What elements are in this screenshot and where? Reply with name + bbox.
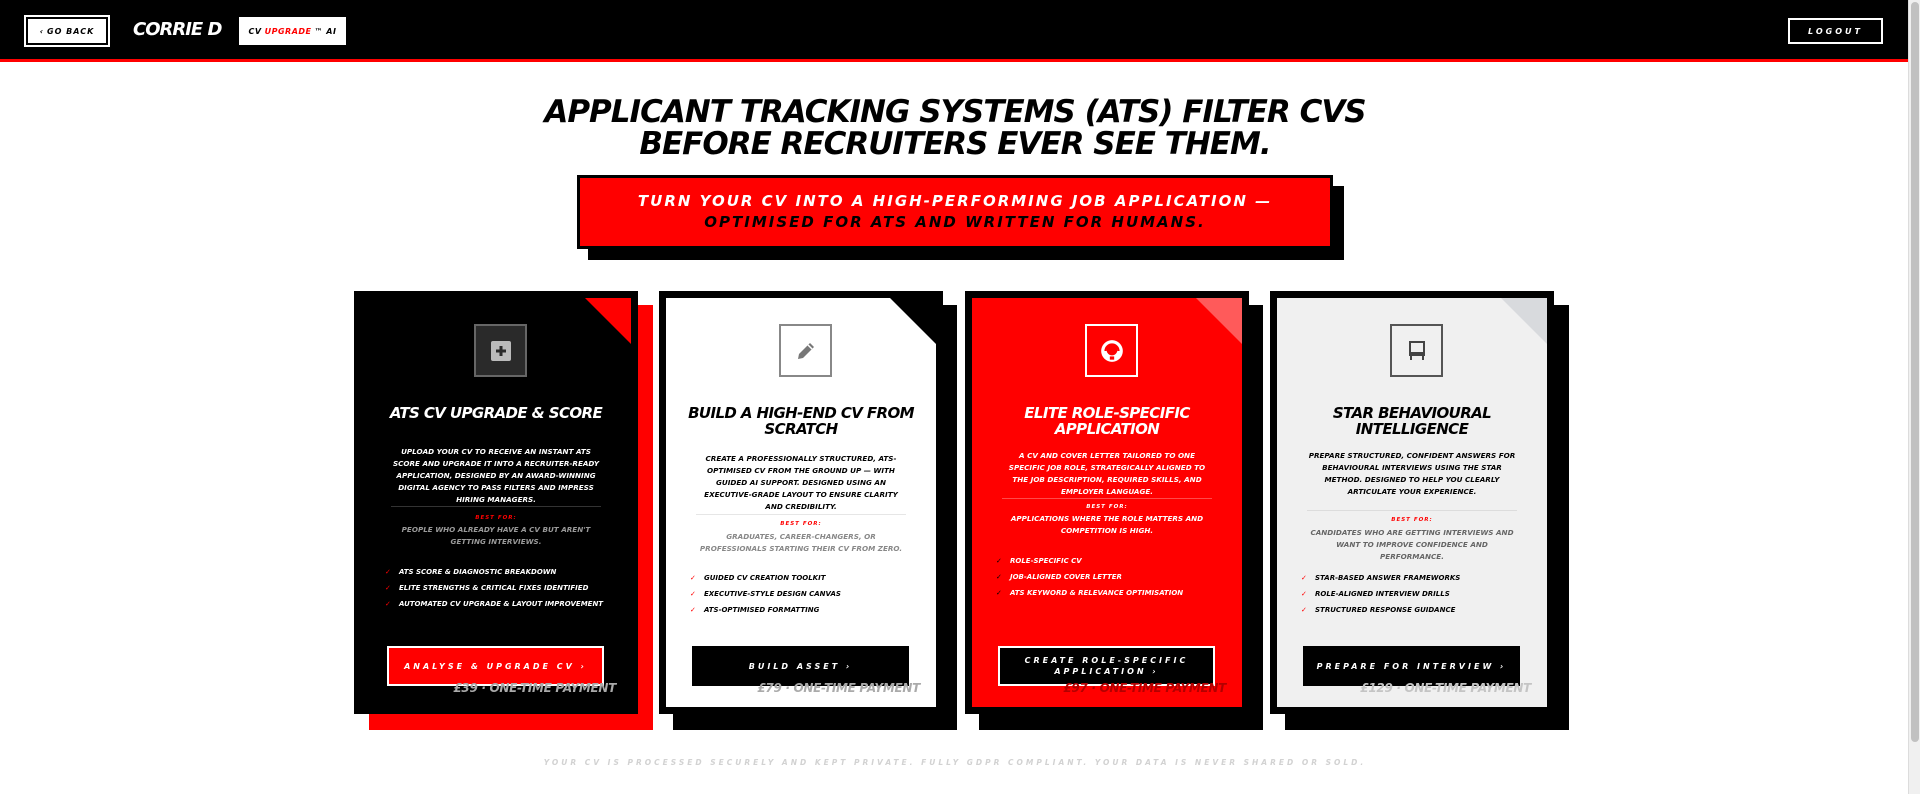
feature-item: ✓ ELITE STRENGTHS & CRITICAL FIXES IDENTI… — [385, 580, 605, 596]
feature-item: ✓ ATS-OPTIMISED FORMATTING — [690, 602, 910, 618]
card-price: £39 · ONE-TIME PAYMENT — [453, 681, 616, 695]
headset-icon — [1085, 324, 1138, 377]
product-badge: CV UPGRADE ™ AI — [239, 17, 346, 45]
build-asset-button[interactable]: BUILD ASSET › — [692, 646, 909, 686]
page-fold-corner — [1196, 298, 1242, 344]
feature-item: ✓ ATS SCORE & DIAGNOSTIC BREAKDOWN — [385, 564, 605, 580]
feature-item: ✓ AUTOMATED CV UPGRADE & LAYOUT IMPROVEME… — [385, 596, 605, 612]
feature-item: ✓ ROLE-SPECIFIC CV — [996, 553, 1216, 569]
page-fold-corner — [890, 298, 936, 344]
best-for-text: GRADUATES, CAREER-CHANGERS, OR PROFESSIO… — [699, 532, 903, 553]
chevron-left-icon: ‹ — [39, 26, 45, 36]
checkmark-icon: ✓ — [1301, 590, 1307, 598]
go-back-label: GO BACK — [47, 26, 95, 36]
service-card-star-interview: STAR BEHAVIOURAL INTELLIGENCE PREPARE ST… — [1270, 291, 1554, 714]
go-back-button[interactable]: ‹ GO BACK — [24, 15, 110, 47]
feature-item: ✓ STRUCTURED RESPONSE GUIDANCE — [1301, 602, 1521, 618]
card-description: PREPARE STRUCTURED, CONFIDENT ANSWERS FO… — [1308, 451, 1516, 496]
top-navigation-bar: ‹ GO BACK CORRIE D CV UPGRADE ™ AI LOGOU… — [0, 0, 1908, 62]
create-role-specific-button[interactable]: CREATE ROLE-SPECIFIC APPLICATION › — [998, 646, 1215, 686]
best-for-label: BEST FOR: — [780, 521, 822, 527]
service-card-role-specific: ELITE ROLE-SPECIFIC APPLICATION A CV AND… — [965, 291, 1249, 714]
card-divider — [1307, 510, 1517, 511]
card-price: £97 · ONE-TIME PAYMENT — [1063, 681, 1226, 695]
checkmark-icon: ✓ — [385, 568, 391, 576]
checkmark-icon: ✓ — [1301, 606, 1307, 614]
feature-list: ✓ GUIDED CV CREATION TOOLKIT ✓ EXECUTIVE-S… — [690, 570, 910, 618]
feature-item: ✓ STAR-BASED ANSWER FRAMEWORKS — [1301, 570, 1521, 586]
checkmark-icon: ✓ — [996, 589, 1002, 597]
best-for-label: BEST FOR: — [475, 515, 517, 521]
brand-name: CORRIE D — [133, 19, 222, 40]
product-suffix: ™ AI — [314, 26, 337, 36]
checkmark-icon: ✓ — [690, 590, 696, 598]
checkmark-icon: ✓ — [690, 606, 696, 614]
logout-button[interactable]: LOGOUT — [1788, 18, 1883, 44]
card-description: CREATE A PROFESSIONALLY STRUCTURED, ATS-… — [704, 454, 898, 511]
feature-item: ✓ ROLE-ALIGNED INTERVIEW DRILLS — [1301, 586, 1521, 602]
product-prefix: CV — [248, 26, 262, 36]
feature-item: ✓ JOB-ALIGNED COVER LETTER — [996, 569, 1216, 585]
page-fold-corner — [585, 298, 631, 344]
checkmark-icon: ✓ — [996, 573, 1002, 581]
feature-item: ✓ ATS KEYWORD & RELEVANCE OPTIMISATION — [996, 585, 1216, 601]
scrollbar-thumb[interactable] — [1911, 2, 1919, 742]
banner-line-2: OPTIMISED FOR ATS AND WRITTEN FOR HUMANS… — [704, 213, 1206, 231]
page-scrollbar[interactable] — [1908, 0, 1920, 794]
card-price: £129 · ONE-TIME PAYMENT — [1360, 681, 1531, 695]
checkmark-icon: ✓ — [1301, 574, 1307, 582]
chair-icon — [1390, 324, 1443, 377]
best-for-text: APPLICATIONS WHERE THE ROLE MATTERS AND … — [1010, 514, 1204, 535]
feature-item: ✓ GUIDED CV CREATION TOOLKIT — [690, 570, 910, 586]
prepare-for-interview-button[interactable]: PREPARE FOR INTERVIEW › — [1303, 646, 1520, 686]
banner-line-1: TURN YOUR CV INTO A HIGH-PERFORMING JOB … — [637, 192, 1273, 210]
checkmark-icon: ✓ — [996, 557, 1002, 565]
product-highlight: UPGRADE — [264, 26, 312, 36]
page-headline: APPLICANT TRACKING SYSTEMS (ATS) FILTER … — [460, 96, 1450, 160]
service-card-ats-upgrade: ATS CV UPGRADE & SCORE UPLOAD YOUR CV TO… — [354, 291, 638, 714]
best-for-text: PEOPLE WHO ALREADY HAVE A CV BUT AREN'T … — [401, 525, 591, 546]
feature-list: ✓ ATS SCORE & DIAGNOSTIC BREAKDOWN ✓ ELITE… — [385, 564, 605, 612]
analyse-upgrade-cv-button[interactable]: ANALYSE & UPGRADE CV › — [387, 646, 604, 686]
card-divider — [391, 506, 601, 507]
card-description: UPLOAD YOUR CV TO RECEIVE AN INSTANT ATS… — [392, 447, 600, 504]
best-for-label: BEST FOR: — [1086, 504, 1128, 510]
card-title: BUILD A HIGH-END CV FROM SCRATCH — [688, 404, 914, 438]
feature-list: ✓ ROLE-SPECIFIC CV ✓ JOB-ALIGNED COVER LET… — [996, 553, 1216, 601]
card-title: ATS CV UPGRADE & SCORE — [389, 404, 603, 422]
checkmark-icon: ✓ — [385, 584, 391, 592]
headline-line-2: BEFORE RECRUITERS EVER SEE THEM. — [639, 126, 1271, 162]
best-for-label: BEST FOR: — [1391, 517, 1433, 523]
feature-list: ✓ STAR-BASED ANSWER FRAMEWORKS ✓ ROLE-ALIG… — [1301, 570, 1521, 618]
card-price: £79 · ONE-TIME PAYMENT — [757, 681, 920, 695]
checkmark-icon: ✓ — [385, 600, 391, 608]
privacy-note: YOUR CV IS PROCESSED SECURELY AND KEPT P… — [543, 758, 1367, 767]
card-title: STAR BEHAVIOURAL INTELLIGENCE — [1332, 404, 1492, 438]
checkmark-icon: ✓ — [690, 574, 696, 582]
card-description: A CV AND COVER LETTER TAILORED TO ONE SP… — [1008, 451, 1206, 496]
card-divider — [1002, 498, 1212, 499]
hero-banner: TURN YOUR CV INTO A HIGH-PERFORMING JOB … — [577, 175, 1333, 249]
feature-item: ✓ EXECUTIVE-STYLE DESIGN CANVAS — [690, 586, 910, 602]
page-fold-corner — [1501, 298, 1547, 344]
headline-line-1: APPLICANT TRACKING SYSTEMS (ATS) FILTER … — [544, 94, 1366, 130]
service-card-build-cv: BUILD A HIGH-END CV FROM SCRATCH CREATE … — [659, 291, 943, 714]
best-for-text: CANDIDATES WHO ARE GETTING INTERVIEWS AN… — [1310, 528, 1514, 561]
card-title: ELITE ROLE-SPECIFIC APPLICATION — [1024, 404, 1190, 438]
pencil-icon — [779, 324, 832, 377]
card-divider — [696, 514, 906, 515]
plus-square-icon — [474, 324, 527, 377]
